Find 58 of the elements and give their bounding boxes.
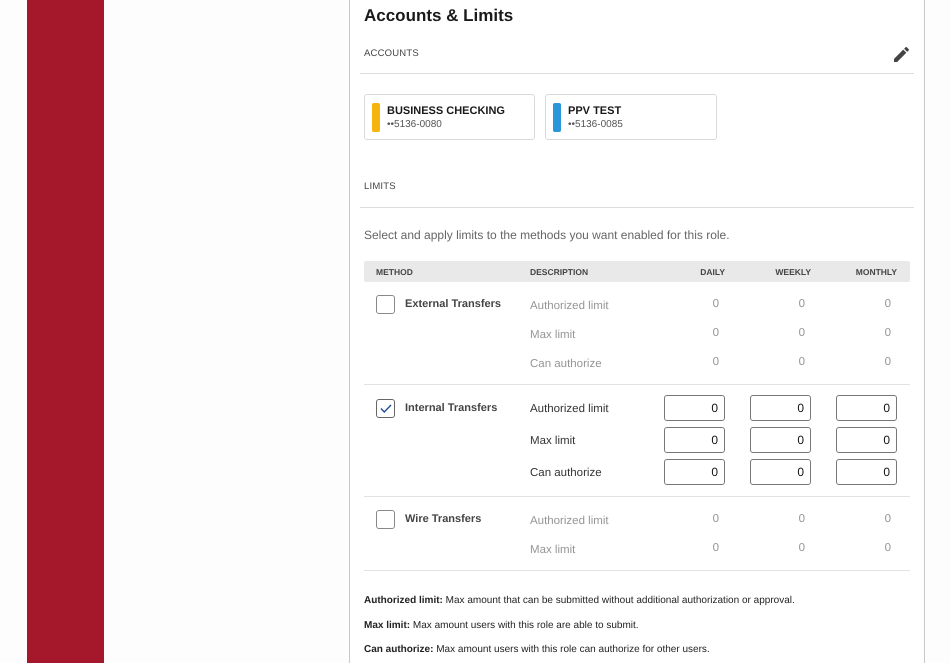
check-icon bbox=[380, 404, 392, 412]
method-label: Wire Transfers bbox=[405, 512, 482, 528]
limit-input[interactable]: 0 bbox=[750, 395, 811, 421]
limit-label: Max limit bbox=[530, 435, 576, 447]
limit-label: Can authorize bbox=[530, 358, 602, 370]
limit-value: 0 bbox=[884, 540, 891, 556]
column-header: WEEKLY bbox=[775, 266, 811, 278]
page-title: Accounts & Limits bbox=[364, 5, 514, 27]
method-label: External Transfers bbox=[405, 297, 501, 312]
intro-text: Select and apply limits to the methods you want enabled for this role. bbox=[364, 227, 730, 243]
limit-value: 0 bbox=[798, 326, 805, 341]
limit-value: 0 bbox=[884, 354, 891, 370]
limit-value: 0 bbox=[884, 512, 891, 527]
footnote: Authorized limit: Max amount that can be submitted without additional authorization or approval. bbox=[364, 594, 796, 608]
limit-value: 0 bbox=[712, 354, 719, 370]
limit-value: 0 bbox=[798, 512, 805, 527]
account-number: ••5136-0085 bbox=[568, 118, 623, 130]
limit-input[interactable]: 0 bbox=[750, 459, 811, 485]
column-header: DAILY bbox=[700, 266, 725, 278]
limit-value: 0 bbox=[712, 296, 719, 312]
account-card[interactable]: PPV TEST ••5136-0085 bbox=[545, 94, 717, 140]
pencil-icon[interactable] bbox=[894, 46, 909, 62]
limit-value: 0 bbox=[798, 540, 805, 556]
limit-value: 0 bbox=[884, 326, 891, 341]
limit-value: 0 bbox=[712, 540, 719, 556]
limit-value: 0 bbox=[712, 326, 719, 341]
account-number: ••5136-0080 bbox=[387, 118, 443, 130]
limit-label: Authorized limit bbox=[530, 514, 609, 526]
limit-value: 0 bbox=[884, 296, 891, 312]
checkbox[interactable] bbox=[376, 398, 395, 418]
column-header: MONTHLY bbox=[856, 266, 897, 278]
limit-input[interactable]: 0 bbox=[836, 395, 897, 421]
account-card[interactable]: BUSINESS CHECKING ••5136-0080 bbox=[364, 94, 535, 140]
checkbox[interactable] bbox=[376, 295, 395, 314]
limit-label: Max limit bbox=[530, 328, 576, 340]
limit-input[interactable]: 0 bbox=[750, 427, 811, 453]
account-name: BUSINESS CHECKING bbox=[387, 104, 505, 118]
limit-label: Max limit bbox=[530, 544, 576, 556]
section-heading: ACCOUNTS bbox=[364, 46, 419, 61]
limit-label: Authorized limit bbox=[530, 300, 609, 312]
method-label: Internal Transfers bbox=[405, 400, 498, 416]
limit-label: Can authorize bbox=[530, 467, 602, 479]
limit-input[interactable]: 0 bbox=[664, 427, 725, 453]
column-header: DESCRIPTION bbox=[530, 266, 588, 278]
limit-value: 0 bbox=[712, 512, 719, 527]
account-name: PPV TEST bbox=[568, 104, 622, 118]
limit-input[interactable]: 0 bbox=[836, 459, 897, 485]
footnote: Max limit: Max amount users with this role are able to submit. bbox=[364, 618, 640, 632]
limit-input[interactable]: 0 bbox=[836, 427, 897, 453]
limit-label: Authorized limit bbox=[530, 403, 609, 415]
column-header: METHOD bbox=[376, 266, 413, 278]
limit-input[interactable]: 0 bbox=[664, 395, 725, 421]
footnote: Can authorize: Max amount users with this role can authorize for other users. bbox=[364, 643, 711, 657]
section-heading: LIMITS bbox=[364, 180, 396, 194]
limit-value: 0 bbox=[798, 354, 805, 370]
limit-input[interactable]: 0 bbox=[664, 459, 725, 485]
limit-value: 0 bbox=[798, 296, 805, 312]
checkbox[interactable] bbox=[376, 510, 395, 529]
